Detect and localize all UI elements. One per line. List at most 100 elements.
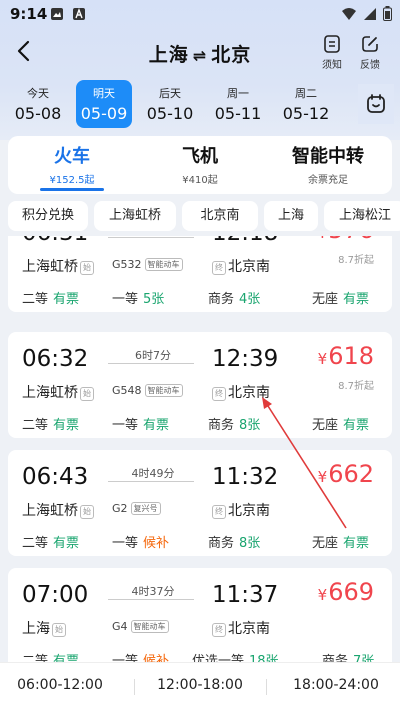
date-tab[interactable]: 后天 05-10 [142, 80, 198, 128]
seat-availability: 8张 [239, 418, 261, 433]
chip-station[interactable]: 上海松江 [324, 201, 400, 231]
destination-city: 北京 [211, 44, 252, 66]
departure-station: 上海虹桥始 [22, 382, 94, 402]
chip-station[interactable]: 上海虹桥 [94, 201, 176, 231]
wifi-icon [342, 7, 356, 20]
train-number: G4 智能动车 [112, 620, 169, 633]
seat-class-name: 二等 [22, 292, 49, 307]
date-tab[interactable]: 周一 05-11 [210, 80, 266, 128]
arrival-station: 终北京南 [212, 256, 270, 276]
seat-class: 二等 有票 [22, 532, 79, 551]
terminal-station-badge-icon: 终 [212, 505, 226, 519]
arrival-station: 终北京南 [212, 500, 270, 520]
chip-station[interactable]: 上海 [264, 201, 318, 231]
price-value: 662 [328, 460, 374, 488]
departure-station: 上海始 [22, 618, 66, 638]
tab-flight[interactable]: 飞机 ¥410起 [136, 142, 264, 186]
tab-train[interactable]: 火车 ¥152.5起 [8, 142, 136, 186]
signal-icon [364, 7, 376, 20]
mode-price: ¥410起 [182, 175, 218, 186]
departure-time: 07:00 [22, 582, 89, 608]
ticket-price: ¥662 [318, 460, 374, 488]
ticket-price: ¥618 [318, 342, 374, 370]
time-filter-evening[interactable]: 18:00-24:00 [276, 677, 396, 693]
seat-availability: 有票 [143, 418, 170, 433]
date-tab[interactable]: 明天 05-09 [76, 80, 132, 128]
seat-class-name: 商务 [208, 418, 235, 433]
train-card[interactable]: 07:00 4时37分 11:37 上海始 G4 智能动车 终北京南 ¥669 二等 有票 一等 候补… [8, 568, 392, 662]
seat-class-name: 二等 [22, 418, 49, 433]
swap-icon[interactable]: ⇌ [193, 46, 207, 65]
seat-availability: 有票 [53, 292, 80, 307]
notice-label: 须知 [322, 60, 342, 71]
app-notification-icon [73, 8, 85, 20]
train-card[interactable]: 06:43 4时49分 11:32 上海虹桥始 G2 复兴号终北京南 ¥662 二等 有票 一等候… [8, 450, 392, 556]
calendar-button[interactable] [358, 84, 394, 124]
arrival-station: 终北京南 [212, 618, 270, 638]
seat-class-name: 一等 [112, 418, 139, 433]
seat-availability-row: 二等 有票 一等 候补 商务 8张 无座 有票 [22, 532, 382, 551]
date-tab[interactable]: 周二 05-12 [278, 80, 334, 128]
feedback-button[interactable]: 反馈 [352, 34, 388, 71]
yen-symbol: ¥ [317, 468, 328, 486]
departure-station-name: 上海 [22, 621, 50, 637]
departure-station: 上海虹桥始 [22, 500, 94, 520]
seat-class: 商务 8张 [208, 414, 260, 433]
seat-class-name: 无座 [312, 292, 339, 307]
time-filter-afternoon[interactable]: 12:00-18:00 [140, 677, 260, 693]
seat-availability: 7张 [353, 654, 375, 662]
train-number-text: G532 [112, 258, 142, 271]
date-tab[interactable]: 今天 05-08 [10, 80, 66, 128]
seat-availability: 5张 [143, 292, 165, 307]
origin-station-badge-icon: 始 [80, 261, 94, 275]
time-filter-morning[interactable]: 06:00-12:00 [0, 677, 120, 693]
yen-symbol: ¥ [318, 236, 328, 242]
mode-price: ¥152.5起 [49, 175, 95, 186]
arrival-time: 12:39 [212, 346, 279, 372]
battery-icon [383, 6, 392, 21]
seat-availability: 候补 [143, 654, 170, 662]
notice-button[interactable]: 须知 [314, 34, 350, 71]
tab-smart-transfer[interactable]: 智能中转 余票充足 [264, 142, 392, 186]
seat-class: 商务 7张 [322, 650, 374, 662]
origin-station-badge-icon: 始 [52, 623, 66, 637]
arrival-station-name: 北京南 [228, 259, 270, 275]
train-list[interactable]: 06:315时47分12:18上海虹桥始G532智能动车终北京南¥5768.7折… [0, 236, 400, 662]
yen-symbol: ¥ [317, 350, 328, 368]
seat-class: 优选一等 18张 [192, 650, 279, 662]
departure-time: 06:31 [22, 236, 88, 246]
chip-station[interactable]: 北京南 [182, 201, 258, 231]
train-number: G532 智能动车 [112, 258, 183, 271]
seat-class-name: 商务 [322, 654, 349, 662]
origin-station-badge-icon: 始 [80, 505, 94, 519]
date-value: 05-08 [14, 104, 62, 123]
arrival-time: 12:18 [212, 236, 278, 246]
terminal-station-badge-icon: 终 [212, 387, 226, 401]
date-selector: 今天 05-08 明天 05-09 后天 05-10 周一 05-11 周二 05-12 [8, 80, 348, 128]
train-card[interactable]: 06:32 6时7分 12:39 上海虹桥始 G548 智能动车 终北京南 ¥618 8.7折起… [8, 332, 392, 438]
price-value: 618 [328, 342, 374, 370]
travel-duration: 4时37分 [131, 585, 175, 598]
arrival-station: 终北京南 [212, 382, 270, 402]
mode-label: 火车 [54, 146, 90, 167]
seat-availability: 有票 [53, 418, 80, 433]
date-value: 05-12 [282, 104, 330, 123]
departure-station-name: 上海虹桥 [22, 259, 78, 275]
train-card[interactable]: 06:315时47分12:18上海虹桥始G532智能动车终北京南¥5768.7折… [8, 236, 392, 312]
duration-line [108, 363, 194, 364]
date-value: 05-10 [146, 104, 194, 123]
arrival-station-name: 北京南 [228, 621, 270, 637]
chip-points-exchange[interactable]: 积分兑换 [8, 201, 88, 231]
seat-class-name: 无座 [312, 418, 339, 433]
arrival-time: 11:32 [212, 464, 279, 490]
seat-class: 无座 有票 [312, 414, 369, 433]
origin-city: 上海 [148, 44, 189, 66]
seat-class-name: 无座 [312, 536, 339, 551]
train-type-tag: 智能动车 [144, 384, 183, 397]
train-type-tag: 智能动车 [144, 258, 183, 271]
date-weekday: 周一 [227, 87, 249, 100]
calendar-icon [367, 94, 385, 113]
seat-class: 无座 有票 [312, 288, 369, 307]
train-number-text: G548 [112, 384, 142, 397]
seat-class-name: 一等 [112, 292, 139, 307]
